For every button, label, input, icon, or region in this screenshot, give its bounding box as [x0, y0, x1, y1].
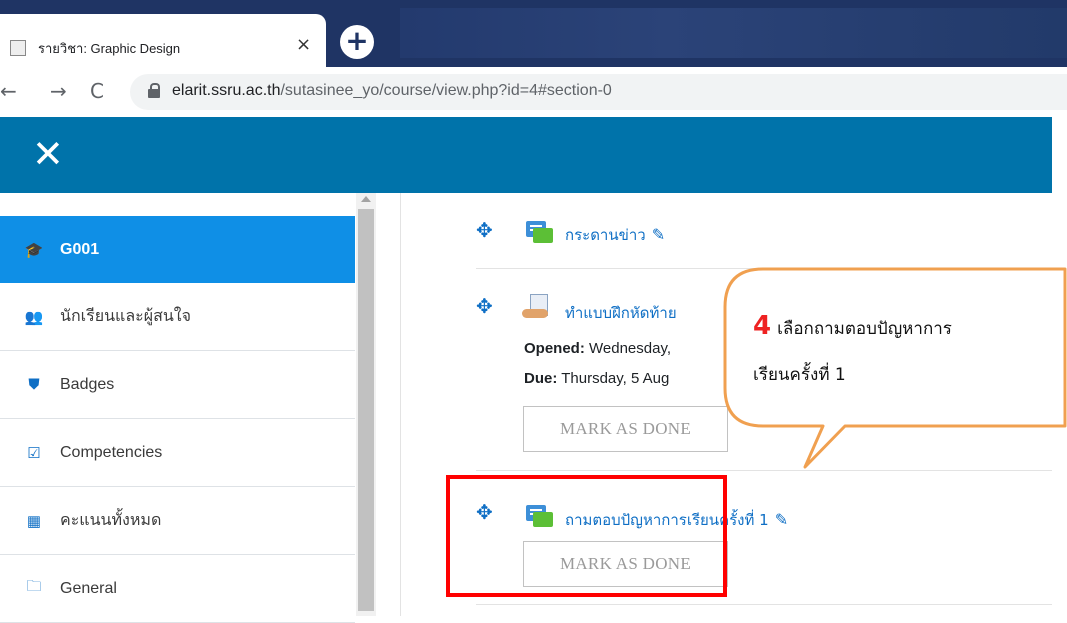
page-favicon-icon: [10, 40, 26, 56]
move-handle-icon[interactable]: ✥: [476, 218, 493, 242]
sidebar-item-participants[interactable]: 👥 นักเรียนและผู้สนใจ: [0, 283, 355, 351]
reload-icon[interactable]: C: [90, 79, 104, 103]
shield-icon: ⛊: [28, 376, 40, 393]
lock-icon: [148, 83, 160, 98]
url-input[interactable]: elarit.ssru.ac.th/sutasinee_yo/course/vi…: [130, 74, 1067, 110]
tab-close-icon[interactable]: ×: [296, 34, 311, 55]
users-icon: 👥: [24, 308, 44, 326]
sidebar-item-competencies[interactable]: ☑ Competencies: [0, 419, 355, 487]
sidebar-item-label: คะแนนทั้งหมด: [60, 512, 162, 529]
folder-icon: 🗀: [26, 578, 42, 595]
scrollbar-thumb[interactable]: [358, 209, 374, 611]
sidebar-item-label: General: [60, 579, 117, 597]
sidebar-item-g001[interactable]: 🎓 G001: [0, 216, 355, 283]
scroll-up-arrow-icon[interactable]: [361, 196, 371, 202]
sidebar-item-grades[interactable]: ▦ คะแนนทั้งหมด: [0, 487, 355, 555]
edit-pencil-icon[interactable]: ✎: [775, 510, 788, 529]
course-sidebar: 🎓 G001 👥 นักเรียนและผู้สนใจ ⛊ Badges ☑ C…: [0, 193, 358, 623]
sidebar-item-label: นักเรียนและผู้สนใจ: [60, 308, 191, 325]
site-header: ✕: [0, 117, 1052, 193]
opened-date: Opened: Wednesday,: [524, 340, 672, 357]
check-square-icon: ☑: [27, 444, 41, 462]
sidebar-item-label: Badges: [60, 375, 115, 393]
address-bar: ← → C elarit.ssru.ac.th/sutasinee_yo/cou…: [0, 67, 1067, 117]
sidebar-item-label: G001: [60, 240, 100, 258]
forum-icon: [526, 221, 553, 243]
browser-tab[interactable]: รายวิชา: Graphic Design ×: [0, 14, 326, 67]
blurred-bookmarks: [400, 8, 1067, 58]
callout-text: 4 เลือกถามตอบปัญหาการ เรียนครั้งที่ 1: [753, 303, 952, 398]
quiz-icon: [522, 294, 550, 320]
move-handle-icon[interactable]: ✥: [476, 294, 493, 318]
close-drawer-icon[interactable]: ✕: [32, 131, 64, 177]
sidebar-item-label: Competencies: [60, 443, 163, 461]
back-arrow-icon[interactable]: ←: [0, 79, 17, 103]
url-text: elarit.ssru.ac.th/sutasinee_yo/course/vi…: [172, 82, 612, 99]
sidebar-scrollbar[interactable]: [356, 193, 376, 616]
sidebar-item-badges[interactable]: ⛊ Badges: [0, 351, 355, 419]
sidebar-item-general[interactable]: 🗀 General: [0, 555, 355, 623]
edit-pencil-icon[interactable]: ✎: [652, 225, 665, 244]
new-tab-button[interactable]: +: [340, 25, 374, 59]
due-date: Due: Thursday, 5 Aug: [524, 370, 670, 387]
mark-as-done-button[interactable]: MARK AS DONE: [523, 406, 728, 452]
table-icon: ▦: [26, 512, 42, 530]
highlight-box: [446, 475, 727, 597]
activity-link-quiz[interactable]: ทำแบบฝึกหัดท้าย: [565, 301, 677, 325]
step-number: 4: [753, 311, 772, 341]
graduation-cap-icon: 🎓: [24, 241, 44, 259]
activity-link-news[interactable]: กระดานข่าว ✎: [565, 223, 665, 247]
forward-arrow-icon[interactable]: →: [50, 79, 67, 103]
divider: [400, 193, 401, 616]
callout-line-2: เรียนครั้งที่ 1: [753, 365, 846, 385]
callout-line-1: เลือกถามตอบปัญหาการ: [777, 319, 952, 339]
activity-separator: [476, 604, 1052, 605]
tab-title: รายวิชา: Graphic Design: [38, 41, 181, 56]
instruction-callout: 4 เลือกถามตอบปัญหาการ เรียนครั้งที่ 1: [723, 267, 1067, 469]
browser-tab-bar: รายวิชา: Graphic Design × +: [0, 0, 1067, 67]
